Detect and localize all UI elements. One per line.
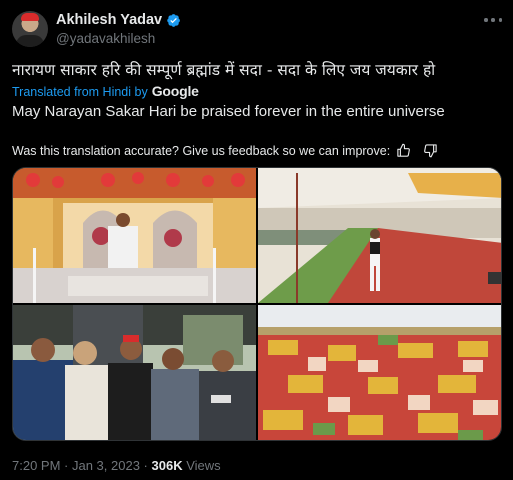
views-count: 306K bbox=[151, 458, 183, 473]
media-grid bbox=[12, 167, 502, 441]
tweet-date[interactable]: Jan 3, 2023 bbox=[72, 458, 140, 473]
tweet-text-original: नारायण साकार हरि की सम्पूर्ण ब्रह्मांड म… bbox=[12, 61, 436, 79]
more-options-icon[interactable] bbox=[484, 13, 502, 27]
feedback-prompt: Was this translation accurate? Give us f… bbox=[12, 143, 391, 158]
verified-badge-icon bbox=[167, 13, 181, 27]
photo-seated-audience-front[interactable] bbox=[13, 305, 256, 440]
tweet-meta: 7:20 PM · Jan 3, 2023 · 306K Views bbox=[12, 458, 221, 473]
tweet-text-translation: May Narayan Sakar Hari be praised foreve… bbox=[12, 103, 445, 120]
avatar[interactable] bbox=[12, 11, 48, 47]
photo-standing-on-carpet[interactable] bbox=[258, 168, 501, 303]
thumbs-down-icon[interactable] bbox=[423, 143, 438, 158]
author-name-row: Akhilesh Yadav bbox=[56, 12, 181, 28]
translated-from-label[interactable]: Translated from Hindi by bbox=[12, 85, 148, 99]
author-handle[interactable]: @yadavakhilesh bbox=[56, 31, 155, 46]
views-label: Views bbox=[182, 458, 221, 473]
author-display-name[interactable]: Akhilesh Yadav bbox=[56, 12, 162, 28]
photo-seated-on-stage[interactable] bbox=[13, 168, 256, 303]
google-logo: Google bbox=[151, 83, 199, 99]
tweet-time[interactable]: 7:20 PM bbox=[12, 458, 60, 473]
tweet-container: Akhilesh Yadav @yadavakhilesh नारायण साक… bbox=[0, 0, 513, 480]
photo-large-crowd[interactable] bbox=[258, 305, 501, 440]
translation-feedback: Was this translation accurate? Give us f… bbox=[12, 143, 438, 158]
thumbs-up-icon[interactable] bbox=[396, 143, 411, 158]
translation-attribution: Translated from Hindi by Google bbox=[12, 83, 199, 99]
